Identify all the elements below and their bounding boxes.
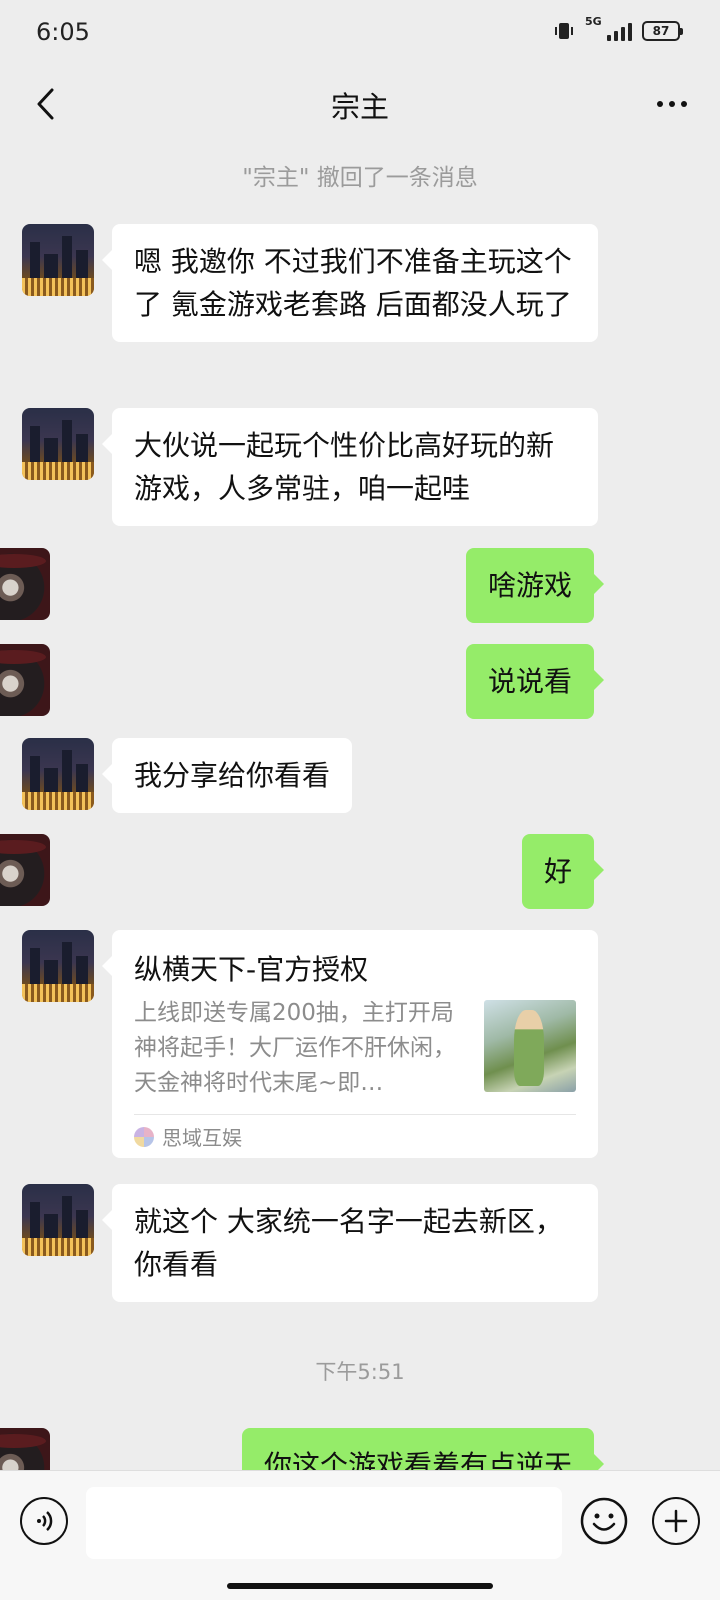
voice-button[interactable] xyxy=(20,1497,68,1545)
contact-avatar[interactable] xyxy=(22,408,94,480)
status-time: 6:05 xyxy=(36,18,90,46)
message-row: 我分享给你看看 xyxy=(0,738,720,813)
message-bubble[interactable]: 就这个 大家统一名字一起去新区，你看看 xyxy=(102,1184,598,1302)
message-bubble[interactable]: 大伙说一起玩个性价比高好玩的新游戏，人多常驻，咱一起哇 xyxy=(102,408,598,526)
message-row: 好 xyxy=(0,834,720,909)
emoji-icon[interactable] xyxy=(580,1497,628,1545)
message-bubble[interactable]: 好 xyxy=(521,834,605,909)
message-row: 就这个 大家统一名字一起去新区，你看看 xyxy=(0,1184,720,1302)
message-row: 啥游戏 xyxy=(0,548,720,623)
divider xyxy=(134,1114,576,1115)
my-avatar[interactable] xyxy=(0,644,50,716)
network-type: 5G xyxy=(585,15,602,28)
contact-avatar[interactable] xyxy=(22,930,94,1002)
chat-header: 宗主 xyxy=(0,64,720,144)
link-card-title: 纵横天下-官方授权 xyxy=(134,953,369,986)
voice-icon xyxy=(37,1511,53,1531)
status-bar: 6:05 5G 87 xyxy=(0,0,720,64)
contact-avatar[interactable] xyxy=(22,224,94,296)
my-avatar[interactable] xyxy=(0,834,50,906)
plus-icon xyxy=(664,1509,688,1533)
message-row: 大伙说一起玩个性价比高好玩的新游戏，人多常驻，咱一起哇 xyxy=(0,408,720,526)
link-card[interactable]: 纵横天下-官方授权 上线即送专属200抽，主打开局神将起手！大厂运作不肝休闲，天… xyxy=(102,930,598,1158)
more-button[interactable] xyxy=(642,80,702,128)
timestamp: 下午5:51 xyxy=(315,1360,405,1384)
source-name: 思域互娱 xyxy=(162,1126,242,1150)
message-bubble[interactable]: 啥游戏 xyxy=(465,548,605,623)
link-card-description: 上线即送专属200抽，主打开局神将起手！大厂运作不肝休闲，天金神将时代末尾~即… xyxy=(134,1000,456,1096)
plus-button[interactable] xyxy=(652,1497,700,1545)
message-row: 说说看 xyxy=(0,644,720,719)
message-row: 嗯 我邀你 不过我们不准备主玩这个了 氪金游戏老套路 后面都没人玩了 xyxy=(0,224,720,342)
contact-avatar[interactable] xyxy=(22,1184,94,1256)
signal-icon: 5G xyxy=(585,15,632,41)
link-card-source: 思域互娱 xyxy=(134,1122,242,1151)
message-bubble[interactable]: 我分享给你看看 xyxy=(101,738,353,813)
message-row: 纵横天下-官方授权 上线即送专属200抽，主打开局神将起手！大厂运作不肝休闲，天… xyxy=(0,930,720,1158)
source-logo-icon xyxy=(134,1126,154,1147)
my-avatar[interactable] xyxy=(0,1428,50,1470)
battery-icon: 87 xyxy=(642,21,683,41)
message-row: 你这个游戏看着有点逆天 xyxy=(0,1428,720,1470)
message-bubble[interactable]: 你这个游戏看着有点逆天 xyxy=(241,1428,605,1470)
link-card-thumbnail xyxy=(484,1000,576,1092)
vibrate-icon xyxy=(555,23,573,39)
chat-title: 宗主 xyxy=(330,90,389,124)
contact-avatar[interactable] xyxy=(22,738,94,810)
home-indicator xyxy=(227,1583,493,1589)
more-dots-icon xyxy=(657,101,663,107)
message-input[interactable] xyxy=(86,1487,562,1559)
message-bubble[interactable]: 说说看 xyxy=(465,644,605,719)
battery-level: 87 xyxy=(652,24,670,38)
message-bubble[interactable]: 嗯 我邀你 不过我们不准备主玩这个了 氪金游戏老套路 后面都没人玩了 xyxy=(102,224,598,342)
recall-notice: "宗主" 撤回了一条消息 xyxy=(242,165,478,191)
status-icons: 5G 87 xyxy=(553,15,683,42)
my-avatar[interactable] xyxy=(0,548,50,620)
input-bar xyxy=(0,1470,720,1600)
